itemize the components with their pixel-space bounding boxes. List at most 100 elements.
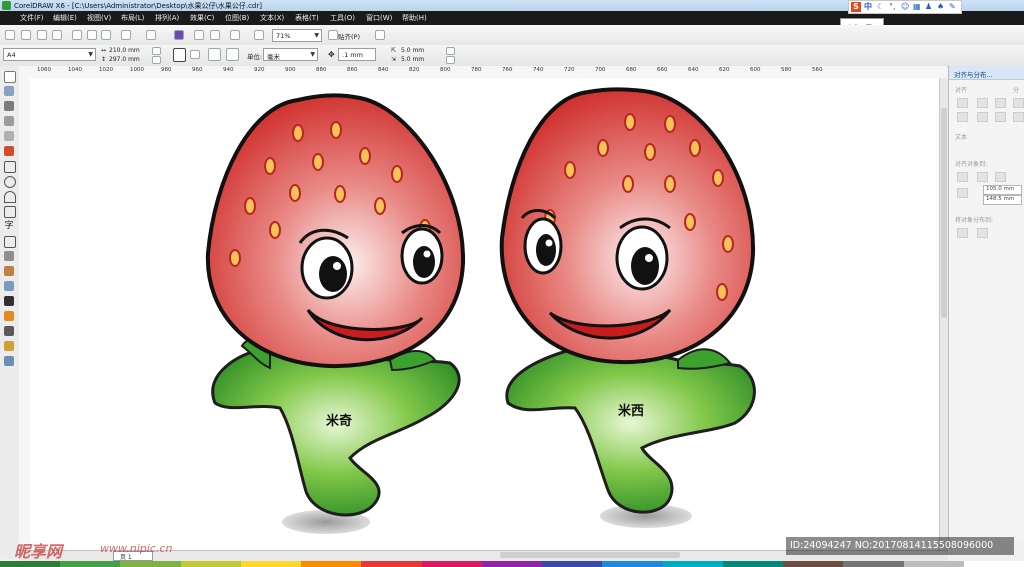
print-icon[interactable] xyxy=(52,30,62,40)
connector-tool-icon[interactable] xyxy=(4,266,14,276)
extent-of-selection-icon[interactable] xyxy=(957,228,968,238)
height-spinner[interactable] xyxy=(152,56,161,64)
menu-layout[interactable]: 布局(L) xyxy=(121,13,144,23)
pick-tool-icon[interactable] xyxy=(4,71,16,83)
swatch[interactable] xyxy=(301,561,362,567)
portrait-icon[interactable] xyxy=(173,48,186,62)
open-icon[interactable] xyxy=(21,30,31,40)
paste-icon[interactable] xyxy=(101,30,111,40)
transparency-tool-icon[interactable] xyxy=(4,296,14,306)
page-center-icon[interactable] xyxy=(995,172,1006,182)
eyedropper-tool-icon[interactable] xyxy=(4,311,14,321)
save-icon[interactable] xyxy=(37,30,47,40)
duplicate-x-spinner[interactable] xyxy=(446,47,455,55)
table-tool-icon[interactable] xyxy=(4,236,16,248)
zoom-tool-icon[interactable] xyxy=(4,116,14,126)
duplicate-y-field[interactable]: 5.0 mm xyxy=(401,56,424,63)
align-top-icon[interactable] xyxy=(957,112,968,122)
align-right-icon[interactable] xyxy=(995,98,1006,108)
align-bottom-icon[interactable] xyxy=(995,112,1006,122)
menu-table[interactable]: 表格(T) xyxy=(295,13,319,23)
keyboard-icon[interactable]: ▦ xyxy=(913,2,921,11)
ime-language[interactable]: 中 xyxy=(864,2,872,11)
menu-view[interactable]: 视图(V) xyxy=(87,13,111,23)
swatch[interactable] xyxy=(361,561,422,567)
swatch[interactable] xyxy=(60,561,121,567)
page-edge-icon[interactable] xyxy=(977,172,988,182)
outline-tool-icon[interactable] xyxy=(4,326,14,336)
import-icon[interactable] xyxy=(194,30,204,40)
y-position-field[interactable]: 148.5 mm xyxy=(983,195,1022,205)
distribute-top-icon[interactable] xyxy=(1013,112,1024,122)
align-left-icon[interactable] xyxy=(957,98,968,108)
fill-tool-icon[interactable] xyxy=(4,341,14,351)
swatch[interactable] xyxy=(963,561,1024,567)
zoom-level-select[interactable]: 71% ▼ xyxy=(272,29,322,42)
all-pages-icon[interactable] xyxy=(208,48,221,61)
blend-tool-icon[interactable] xyxy=(4,281,14,291)
align-middle-icon[interactable] xyxy=(977,112,988,122)
strawberry-character-right[interactable]: 米西 xyxy=(499,87,756,528)
vertical-scroll-thumb[interactable] xyxy=(941,108,947,318)
application-launcher-icon[interactable] xyxy=(254,30,264,40)
freehand-tool-icon[interactable] xyxy=(4,131,14,141)
rectangle-tool-icon[interactable] xyxy=(4,161,16,173)
x-position-field[interactable]: 105.0 mm xyxy=(983,185,1022,195)
swatch[interactable] xyxy=(602,561,663,567)
snap-to-dropdown[interactable]: 贴齐(P) xyxy=(338,31,360,41)
distribute-left-icon[interactable] xyxy=(1013,98,1024,108)
unit-select[interactable]: 毫米 ▼ xyxy=(263,48,318,61)
moon-icon[interactable]: ☾ xyxy=(877,2,884,11)
smart-fill-tool-icon[interactable] xyxy=(4,146,14,156)
swatch[interactable] xyxy=(542,561,603,567)
emoji-icon[interactable]: ☺ xyxy=(901,2,909,11)
page-height-field[interactable]: 297.0 mm xyxy=(109,56,140,63)
text-tool-icon[interactable]: 字 xyxy=(4,221,14,231)
active-objects-icon[interactable] xyxy=(957,172,968,182)
align-center-icon[interactable] xyxy=(977,98,988,108)
menu-file[interactable]: 文件(F) xyxy=(20,13,44,23)
menu-text[interactable]: 文本(X) xyxy=(260,13,284,23)
swatch[interactable] xyxy=(421,561,482,567)
punctuation-icon[interactable]: °, xyxy=(889,2,896,11)
drawing-canvas[interactable]: 米奇 米西 xyxy=(30,78,939,550)
grid-icon[interactable] xyxy=(957,188,968,198)
duplicate-y-spinner[interactable] xyxy=(446,56,455,64)
export-icon[interactable] xyxy=(210,30,220,40)
width-spinner[interactable] xyxy=(152,47,161,55)
cut-icon[interactable] xyxy=(72,30,82,40)
shape-tool-icon[interactable] xyxy=(4,86,14,96)
ellipse-tool-icon[interactable] xyxy=(4,176,16,188)
swatch[interactable] xyxy=(481,561,543,567)
menu-bitmaps[interactable]: 位图(B) xyxy=(225,13,249,23)
extent-of-page-icon[interactable] xyxy=(977,228,988,238)
user-icon[interactable]: ♟ xyxy=(925,2,932,11)
polygon-tool-icon[interactable] xyxy=(4,191,16,203)
current-page-icon[interactable] xyxy=(226,48,239,61)
menu-edit[interactable]: 编辑(E) xyxy=(53,13,77,23)
menu-window[interactable]: 窗口(W) xyxy=(366,13,392,23)
menu-effects[interactable]: 效果(C) xyxy=(190,13,214,23)
swatch[interactable] xyxy=(180,561,241,567)
color-palette[interactable] xyxy=(0,561,1024,567)
swatch[interactable] xyxy=(120,561,181,567)
search-content-icon[interactable] xyxy=(174,30,184,40)
swatch[interactable] xyxy=(783,561,844,567)
swatch[interactable] xyxy=(903,561,964,567)
options-icon[interactable] xyxy=(375,30,385,40)
crop-tool-icon[interactable] xyxy=(4,101,14,111)
full-screen-icon[interactable] xyxy=(328,30,338,40)
copy-icon[interactable] xyxy=(87,30,97,40)
swatch[interactable] xyxy=(722,561,784,567)
horizontal-scroll-thumb[interactable] xyxy=(500,552,680,558)
menu-tools[interactable]: 工具(O) xyxy=(330,13,355,23)
undo-icon[interactable] xyxy=(121,30,131,40)
publish-pdf-icon[interactable] xyxy=(230,30,240,40)
redo-icon[interactable] xyxy=(146,30,156,40)
landscape-icon[interactable] xyxy=(190,50,200,59)
wrench-icon[interactable]: ✎ xyxy=(949,2,956,11)
sogou-icon[interactable]: S xyxy=(851,2,861,12)
menu-arrange[interactable]: 排列(A) xyxy=(155,13,179,23)
strawberry-character-left[interactable]: 米奇 xyxy=(205,93,466,534)
skin-icon[interactable]: ♠ xyxy=(937,2,944,11)
